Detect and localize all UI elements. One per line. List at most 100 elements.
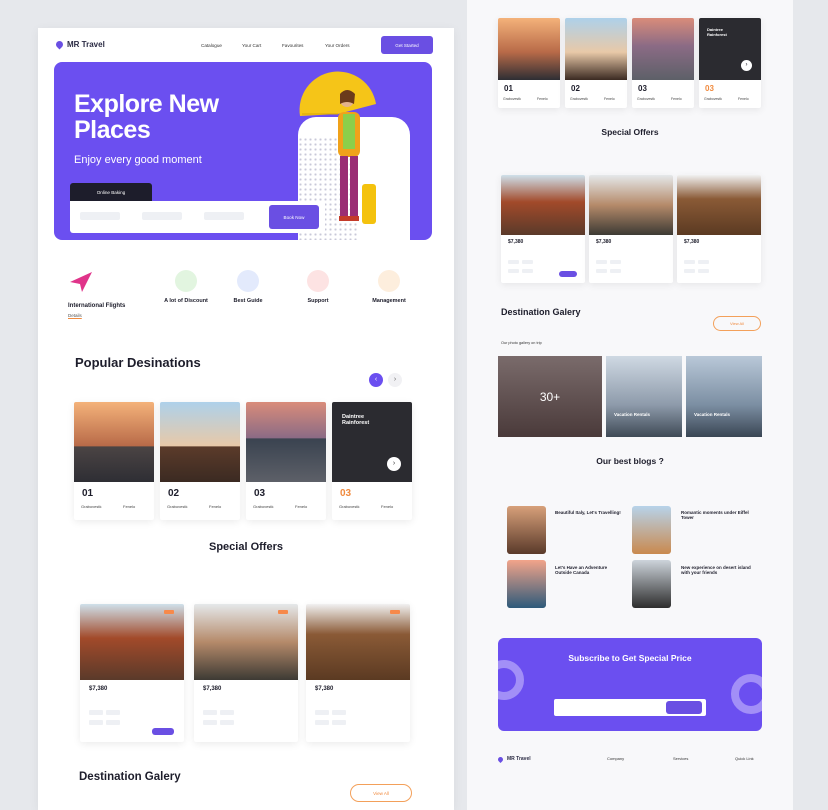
- offer-image: [80, 604, 184, 680]
- destination-image: [632, 18, 694, 80]
- destination-card[interactable]: 02 Grabovestk Fenelo: [565, 18, 627, 108]
- get-started-button[interactable]: Get Started: [381, 36, 433, 54]
- card-label-a: Grabovestk: [704, 97, 722, 101]
- nav-catalogue[interactable]: Catalogue: [201, 43, 222, 48]
- blog-title[interactable]: Romantic moments under Eiffel Tower: [681, 510, 751, 520]
- gallery-title: Destination Galery: [501, 307, 581, 317]
- booking-field-date[interactable]: [142, 212, 182, 220]
- management-icon: [378, 270, 400, 292]
- blog-title[interactable]: New experience on desert island with you…: [681, 565, 751, 575]
- card-label-b: Fenelo: [209, 504, 222, 509]
- offer-tag: [164, 610, 174, 614]
- hero-banner: Explore New Places Enjoy every good mome…: [54, 62, 432, 240]
- card-number: 01: [504, 84, 513, 93]
- card-label-b: Fenelo: [381, 504, 394, 509]
- nav-favourites[interactable]: Favourites: [282, 43, 303, 48]
- destination-card-featured[interactable]: Daintree Rainforest › 03 Grabovestk Fene…: [699, 18, 761, 108]
- nav-cart[interactable]: Your Cart: [242, 43, 261, 48]
- subscribe-email-input[interactable]: [554, 699, 706, 716]
- brand-name: MR Travel: [67, 40, 105, 49]
- offer-price: $7,380: [315, 686, 334, 692]
- book-now-button[interactable]: Book Now: [269, 205, 319, 229]
- headset-icon: [307, 270, 329, 292]
- feature-management: Management: [359, 270, 419, 308]
- offer-image: [501, 175, 585, 235]
- prev-arrow-icon[interactable]: ‹: [369, 373, 383, 387]
- footer-col-title: Company: [607, 756, 625, 761]
- offer-card[interactable]: $7,380: [306, 604, 410, 742]
- offer-price: $7,380: [203, 686, 222, 692]
- subscribe-banner: Subscribe to Get Special Price: [498, 638, 762, 731]
- gallery-image-more[interactable]: 30+: [498, 356, 602, 437]
- card-number: 03: [638, 84, 647, 93]
- airplane-icon: [70, 272, 92, 292]
- guide-icon: [237, 270, 259, 292]
- offer-card[interactable]: $7,380: [194, 604, 298, 742]
- blogs-title: Our best blogs ?: [596, 456, 664, 466]
- hero-title-2: Places: [74, 116, 151, 144]
- feature-title: Support: [307, 298, 329, 304]
- gallery-title: Destination Galery: [79, 771, 181, 783]
- decor-ring: [731, 674, 762, 714]
- landing-page-continued: 01 Grabovestk Fenelo 02 Grabovestk Fenel…: [467, 0, 793, 810]
- hero-title-1: Explore New: [74, 90, 219, 118]
- arrow-right-icon[interactable]: ›: [387, 457, 401, 471]
- blog-image[interactable]: [632, 506, 671, 554]
- blog-title[interactable]: Let's Have an Adventure Outside Canada: [555, 565, 625, 575]
- destination-image: [246, 402, 326, 482]
- gallery-image[interactable]: Vacation Rentals: [606, 356, 682, 437]
- nav-orders[interactable]: Your Orders: [325, 43, 350, 48]
- hero-subtitle: Enjoy every good moment: [74, 154, 202, 166]
- offer-card[interactable]: $7,380: [589, 175, 673, 283]
- view-all-button[interactable]: View All: [350, 784, 412, 802]
- gallery-caption: Our photo gallery on trip: [501, 341, 542, 345]
- card-number: 02: [168, 488, 180, 499]
- card-label-a: Grabovestk: [167, 504, 188, 509]
- card-overlay-title: Daintree Rainforest: [342, 414, 370, 426]
- blog-title[interactable]: Beautiful Italy, Let's Travelling!: [555, 510, 625, 515]
- next-arrow-icon[interactable]: ›: [388, 373, 402, 387]
- destination-card[interactable]: 02 Grabovestk Fenelo: [160, 402, 240, 520]
- feature-title: International Flights: [68, 303, 126, 309]
- book-offer-button[interactable]: [559, 271, 577, 277]
- destination-image: Daintree Rainforest ›: [332, 402, 412, 482]
- details-link[interactable]: Details: [68, 313, 128, 318]
- card-label-b: Fenelo: [604, 97, 615, 101]
- footer-col-title: Quick Link: [735, 756, 754, 761]
- offer-card[interactable]: $7,380: [80, 604, 184, 742]
- destination-card[interactable]: 01 Grabovestk Fenelo: [498, 18, 560, 108]
- book-offer-button[interactable]: [152, 728, 174, 735]
- feature-support: Support: [288, 270, 348, 308]
- brand-logo[interactable]: MR Travel: [54, 39, 105, 50]
- offer-image: [194, 604, 298, 680]
- booking-field-location[interactable]: [80, 212, 120, 220]
- destination-card[interactable]: 03 Grabovestk Fenelo: [246, 402, 326, 520]
- footer-logo[interactable]: MR Travel: [496, 755, 531, 763]
- arrow-right-icon[interactable]: ›: [741, 60, 752, 71]
- card-label-a: Grabovestk: [637, 97, 655, 101]
- footer-col-title: Services: [673, 756, 689, 761]
- card-label-b: Fenelo: [537, 97, 548, 101]
- card-label-a: Grabovestk: [81, 504, 102, 509]
- destination-card-featured[interactable]: Daintree Rainforest › 03 Grabovestk Fene…: [332, 402, 412, 520]
- offer-tag: [390, 610, 400, 614]
- popular-title: Popular Desinations: [75, 355, 201, 370]
- destination-image: [74, 402, 154, 482]
- destination-card[interactable]: 03 Grabovestk Fenelo: [632, 18, 694, 108]
- online-booking-tab[interactable]: Online Baking: [70, 183, 152, 201]
- gallery-image[interactable]: Vacation Rentals: [686, 356, 762, 437]
- blog-image[interactable]: [507, 506, 546, 554]
- booking-field-guests[interactable]: [204, 212, 244, 220]
- subscribe-title: Subscribe to Get Special Price: [568, 653, 692, 663]
- offer-card[interactable]: $7,380: [677, 175, 761, 283]
- blog-image[interactable]: [632, 560, 671, 608]
- card-number: 03: [705, 84, 714, 93]
- blog-image[interactable]: [507, 560, 546, 608]
- destination-card[interactable]: 01 Grabovestk Fenelo: [74, 402, 154, 520]
- subscribe-button[interactable]: [666, 701, 702, 714]
- view-all-button[interactable]: View All: [713, 316, 761, 331]
- offer-card[interactable]: $7,380: [501, 175, 585, 283]
- feature-title: Best Guide: [233, 298, 263, 304]
- destination-image: Daintree Rainforest ›: [699, 18, 761, 80]
- feature-discount: A lot of Discount: [156, 270, 216, 308]
